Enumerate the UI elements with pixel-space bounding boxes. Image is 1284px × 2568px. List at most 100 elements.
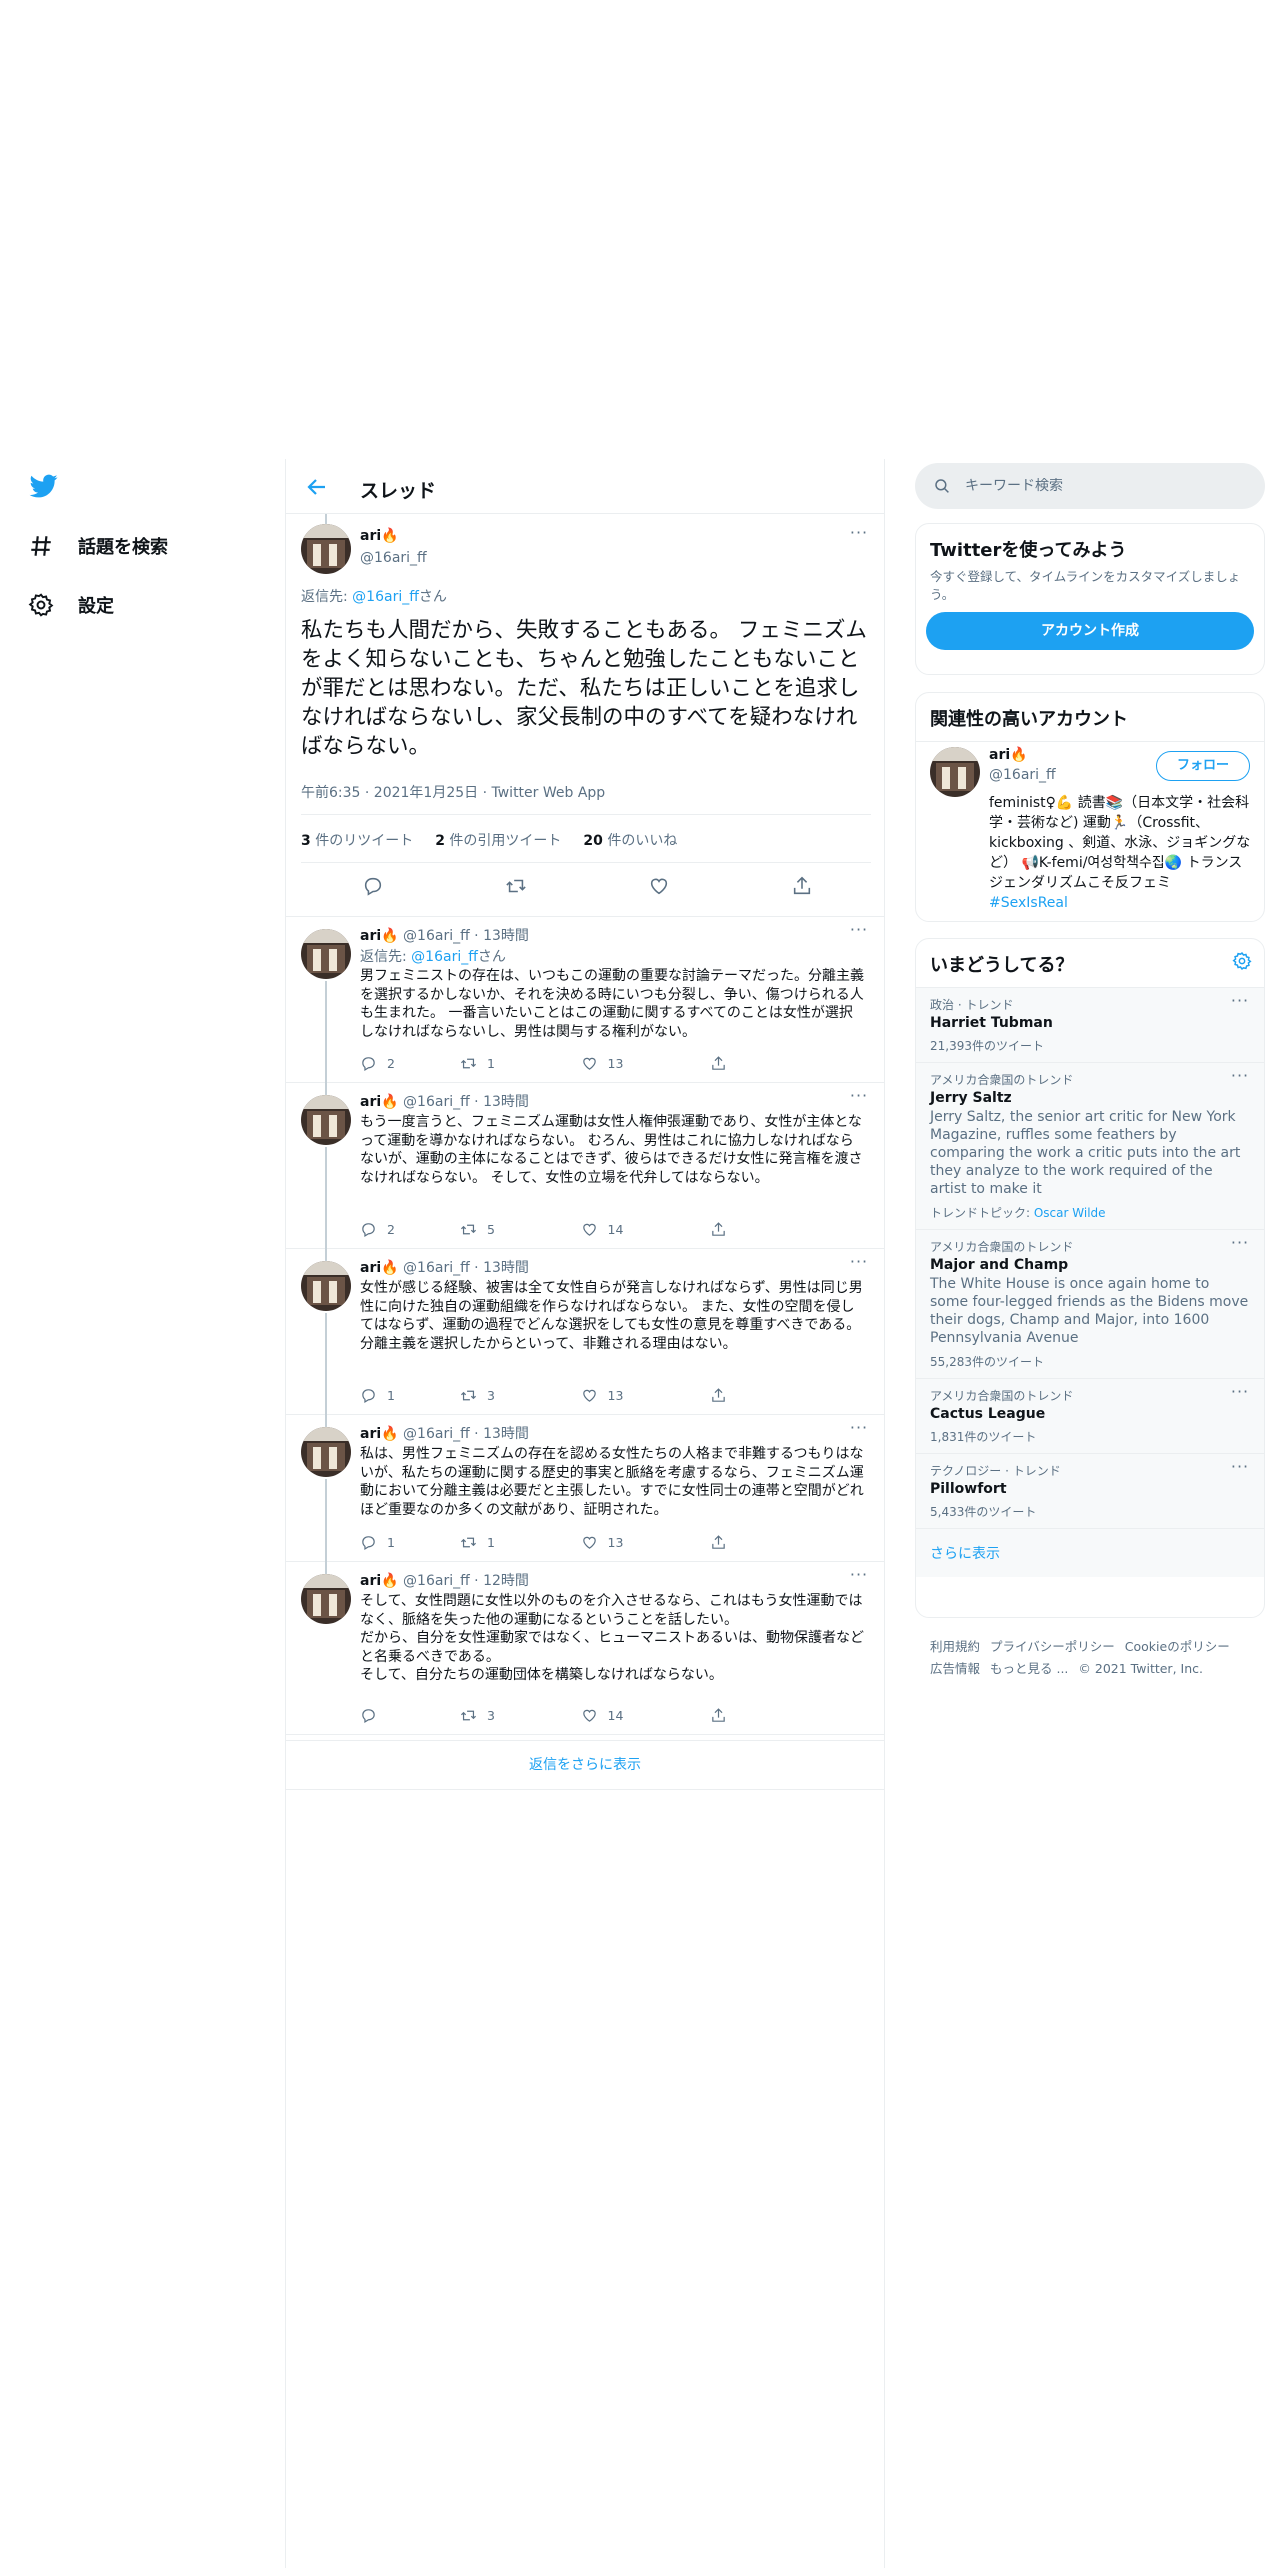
retweet-button[interactable]: 1 xyxy=(460,1532,581,1552)
trend-item[interactable]: テクノロジー · トレンド Pillowfort 5,433件のツイート ··· xyxy=(916,1453,1264,1528)
like-button[interactable]: 14 xyxy=(581,1219,710,1239)
relevant-handle[interactable]: @16ari_ff xyxy=(989,767,1056,783)
retweet-icon[interactable] xyxy=(505,875,527,897)
more-options-icon[interactable]: ··· xyxy=(847,922,871,941)
avatar[interactable] xyxy=(301,524,351,574)
retweet-count: 3 xyxy=(487,1707,495,1723)
avatar[interactable] xyxy=(301,1261,351,1311)
author-name[interactable]: ari🔥 xyxy=(360,1573,399,1589)
trend-item[interactable]: アメリカ合衆国のトレンド Major and Champ The White Ho… xyxy=(916,1229,1264,1378)
reply-to-link[interactable]: @16ari_ff xyxy=(411,949,478,965)
avatar[interactable] xyxy=(301,929,351,979)
author-name[interactable]: ari🔥 xyxy=(360,528,399,544)
relevant-name[interactable]: ari🔥 xyxy=(989,747,1028,763)
back-arrow-icon[interactable] xyxy=(305,475,329,499)
more-options-icon[interactable]: ··· xyxy=(1228,1235,1252,1254)
author-name[interactable]: ari🔥 xyxy=(360,1094,399,1110)
search-input[interactable] xyxy=(965,478,1225,494)
nav-settings[interactable]: 設定 xyxy=(28,589,114,621)
create-account-button[interactable]: アカウント作成 xyxy=(926,612,1254,650)
author-handle-time[interactable]: @16ari_ff · 12時間 xyxy=(403,1573,529,1589)
like-button[interactable]: 14 xyxy=(581,1705,710,1725)
share-icon[interactable] xyxy=(791,875,813,897)
search-bar[interactable] xyxy=(915,463,1265,509)
retweet-stat[interactable]: 3 件のリツイート xyxy=(301,830,413,850)
more-options-icon[interactable]: ··· xyxy=(847,1254,871,1273)
twitter-logo-icon[interactable] xyxy=(28,472,60,500)
reply-tweet[interactable]: ari🔥 @16ari_ff · 13時間 ··· もう一度言うと、フェミニズム運… xyxy=(285,1083,885,1249)
more-options-icon[interactable]: ··· xyxy=(847,1567,871,1586)
bio-text: feminist♀💪 読書📚（日本文学・社会科学・芸術など) 運動🏃（Cross… xyxy=(989,795,1251,891)
reply-button[interactable]: 2 xyxy=(360,1219,460,1239)
avatar[interactable] xyxy=(930,747,980,797)
reply-button[interactable]: 1 xyxy=(360,1532,460,1552)
trend-topic-label: トレンドトピック: xyxy=(930,1206,1034,1220)
reply-icon[interactable] xyxy=(362,875,384,897)
trend-topic-link[interactable]: Oscar Wilde xyxy=(1034,1206,1106,1220)
share-button[interactable] xyxy=(710,1532,810,1552)
share-button[interactable] xyxy=(710,1385,810,1405)
quote-stat[interactable]: 2 件の引用ツイート xyxy=(435,830,561,850)
footer-more[interactable]: もっと見る ... xyxy=(990,1661,1068,1676)
reply-count: 1 xyxy=(387,1534,395,1550)
reply-tweet[interactable]: ari🔥 @16ari_ff · 13時間 ··· 私は、男性フェミニズムの存在を… xyxy=(285,1415,885,1562)
more-options-icon[interactable]: ··· xyxy=(1228,993,1252,1012)
tweet-text: 私たちも人間だから、失敗することもある。 フェミニズムをよく知らないことも、ちゃ… xyxy=(301,618,867,759)
more-options-icon[interactable]: ··· xyxy=(847,1088,871,1107)
share-button[interactable] xyxy=(710,1053,810,1073)
reply-button[interactable]: 2 xyxy=(360,1053,460,1073)
footer-ads[interactable]: 広告情報 xyxy=(930,1661,980,1676)
like-button[interactable]: 13 xyxy=(581,1532,710,1552)
avatar[interactable] xyxy=(301,1574,351,1624)
follow-button[interactable]: フォロー xyxy=(1156,751,1250,781)
like-stat[interactable]: 20 件のいいね xyxy=(583,830,677,850)
trend-description: The White House is once again home to so… xyxy=(930,1276,1249,1346)
share-button[interactable] xyxy=(710,1219,810,1239)
more-options-icon[interactable]: ··· xyxy=(1228,1068,1252,1087)
footer-terms[interactable]: 利用規約 xyxy=(930,1639,980,1654)
author-name[interactable]: ari🔥 xyxy=(360,928,399,944)
footer-cookie[interactable]: Cookieのポリシー xyxy=(1125,1639,1230,1654)
reply-tweet[interactable]: ari🔥 @16ari_ff · 12時間 ··· そして、女性問題に女性以外のも… xyxy=(285,1562,885,1735)
reply-to-link[interactable]: @16ari_ff xyxy=(352,589,419,605)
author-handle-time[interactable]: @16ari_ff · 13時間 xyxy=(403,1426,529,1442)
retweet-button[interactable]: 1 xyxy=(460,1053,581,1073)
retweet-button[interactable]: 3 xyxy=(460,1385,581,1405)
tweet-meta[interactable]: 午前6:35 · 2021年1月25日 · Twitter Web App xyxy=(301,782,605,802)
reply-button[interactable]: 1 xyxy=(360,1385,460,1405)
avatar[interactable] xyxy=(301,1095,351,1145)
trend-item[interactable]: アメリカ合衆国のトレンド Cactus League 1,831件のツイート ··· xyxy=(916,1378,1264,1453)
author-handle-time[interactable]: @16ari_ff · 13時間 xyxy=(403,1260,529,1276)
author-handle-time[interactable]: @16ari_ff · 13時間 xyxy=(403,928,529,944)
retweet-button[interactable]: 3 xyxy=(460,1705,581,1725)
page-title: スレッド xyxy=(360,480,437,502)
author-handle[interactable]: @16ari_ff xyxy=(360,550,427,566)
like-icon[interactable] xyxy=(648,875,670,897)
quote-stat-label: 件の引用ツイート xyxy=(444,833,562,849)
like-button[interactable]: 13 xyxy=(581,1385,710,1405)
footer-privacy[interactable]: プライバシーポリシー xyxy=(990,1639,1115,1654)
author-name[interactable]: ari🔥 xyxy=(360,1426,399,1442)
gear-icon[interactable] xyxy=(1232,951,1252,971)
show-more-replies-link[interactable]: 返信をさらに表示 xyxy=(285,1740,885,1790)
author-name[interactable]: ari🔥 xyxy=(360,1260,399,1276)
trend-category: アメリカ合衆国のトレンド xyxy=(930,1073,1074,1087)
nav-explore[interactable]: 話題を検索 xyxy=(28,530,168,562)
more-options-icon[interactable]: ··· xyxy=(847,525,871,544)
more-options-icon[interactable]: ··· xyxy=(1228,1459,1252,1478)
trend-item[interactable]: アメリカ合衆国のトレンド Jerry Saltz Jerry Saltz, the… xyxy=(916,1062,1264,1229)
reply-tweet[interactable]: ari🔥 @16ari_ff · 13時間 ··· 女性が感じる経験、被害は全て女… xyxy=(285,1249,885,1415)
bio-hashtag[interactable]: #SexIsReal xyxy=(989,895,1068,911)
share-button[interactable] xyxy=(710,1705,810,1725)
avatar[interactable] xyxy=(301,1427,351,1477)
trends-show-more[interactable]: さらに表示 xyxy=(916,1528,1264,1577)
retweet-button[interactable]: 5 xyxy=(460,1219,581,1239)
like-button[interactable]: 13 xyxy=(581,1053,710,1073)
reply-tweet[interactable]: ari🔥 @16ari_ff · 13時間 ··· 返信先: @16ari_ffさ… xyxy=(285,917,885,1083)
reply-button[interactable] xyxy=(360,1705,460,1725)
author-handle-time[interactable]: @16ari_ff · 13時間 xyxy=(403,1094,529,1110)
search-icon xyxy=(935,479,949,493)
more-options-icon[interactable]: ··· xyxy=(1228,1384,1252,1403)
trend-item[interactable]: 政治 · トレンド Harriet Tubman 21,393件のツイート ··· xyxy=(916,987,1264,1062)
more-options-icon[interactable]: ··· xyxy=(847,1420,871,1439)
